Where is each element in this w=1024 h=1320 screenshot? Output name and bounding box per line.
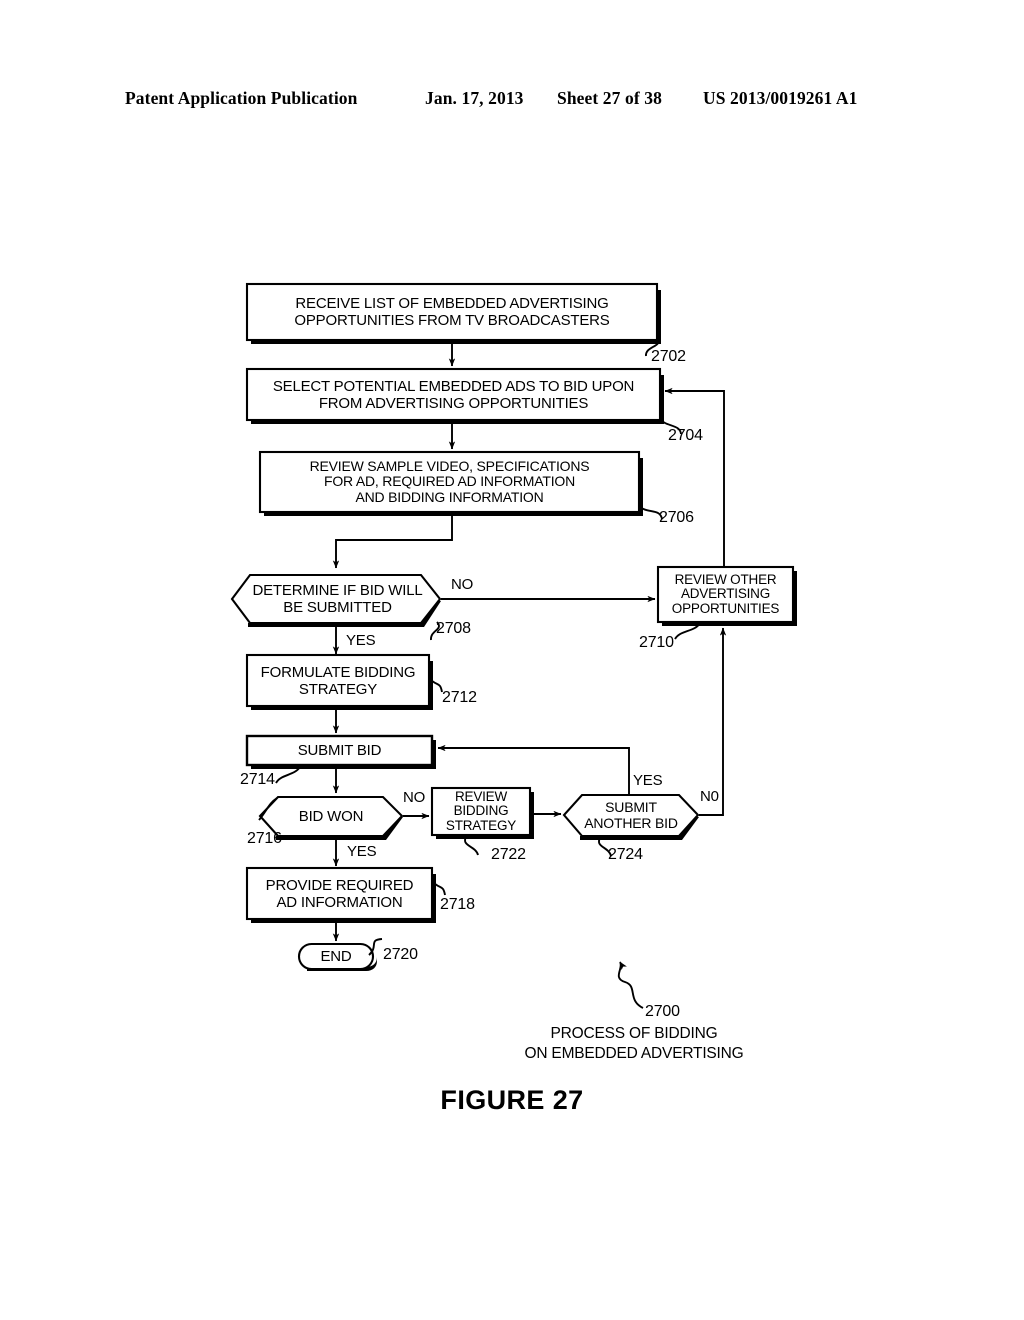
ref-numeral-2706: 2706 [659, 509, 694, 526]
ref-numeral-2716: 2716 [247, 830, 282, 847]
ref-numeral-2704: 2704 [668, 427, 703, 444]
ref-numeral-2714: 2714 [240, 771, 275, 788]
ref-numeral-2710: 2710 [639, 634, 674, 651]
edge-label-determine-no: NO [451, 576, 474, 593]
flowchart-diagram [0, 0, 1024, 1320]
ref-numeral-2722: 2722 [491, 846, 526, 863]
ref-numeral-2702: 2702 [651, 348, 686, 365]
edge-label-bidwon-yes: YES [347, 843, 377, 860]
ref-numeral-2700: 2700 [645, 1003, 680, 1020]
figure-caption: PROCESS OF BIDDING ON EMBEDDED ADVERTISI… [484, 1024, 784, 1064]
edge-label-another-yes: YES [633, 772, 663, 789]
edge-label-determine-yes: YES [346, 632, 376, 649]
figure-caption-line1: PROCESS OF BIDDING [550, 1025, 718, 1042]
edge-label-bidwon-no: NO [403, 789, 426, 806]
ref-numeral-2712: 2712 [442, 689, 477, 706]
edge-label-another-no: N0 [700, 788, 719, 805]
ref-numeral-2718: 2718 [440, 896, 475, 913]
figure-caption-line2: ON EMBEDDED ADVERTISING [524, 1045, 744, 1062]
ref-numeral-2708: 2708 [436, 620, 471, 637]
ref-numeral-2724: 2724 [608, 846, 643, 863]
figure-title: FIGURE 27 [440, 1085, 584, 1115]
ref-numeral-2720: 2720 [383, 946, 418, 963]
